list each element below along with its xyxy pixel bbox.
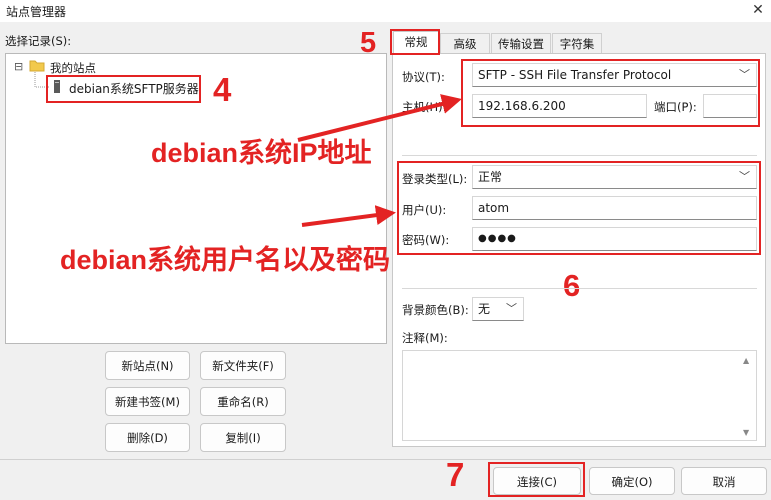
cancel-button[interactable]: 取消 (681, 467, 767, 495)
annotation-arrows (297, 94, 462, 227)
highlight-tab-box (390, 29, 440, 55)
annotation-number-7: 7 (446, 456, 465, 493)
highlight-connect-box (488, 462, 585, 497)
bottom-separator (0, 459, 771, 460)
ok-button[interactable]: 确定(O) (589, 467, 675, 495)
arrow-to-user (301, 205, 396, 227)
arrow-to-host (297, 94, 462, 142)
